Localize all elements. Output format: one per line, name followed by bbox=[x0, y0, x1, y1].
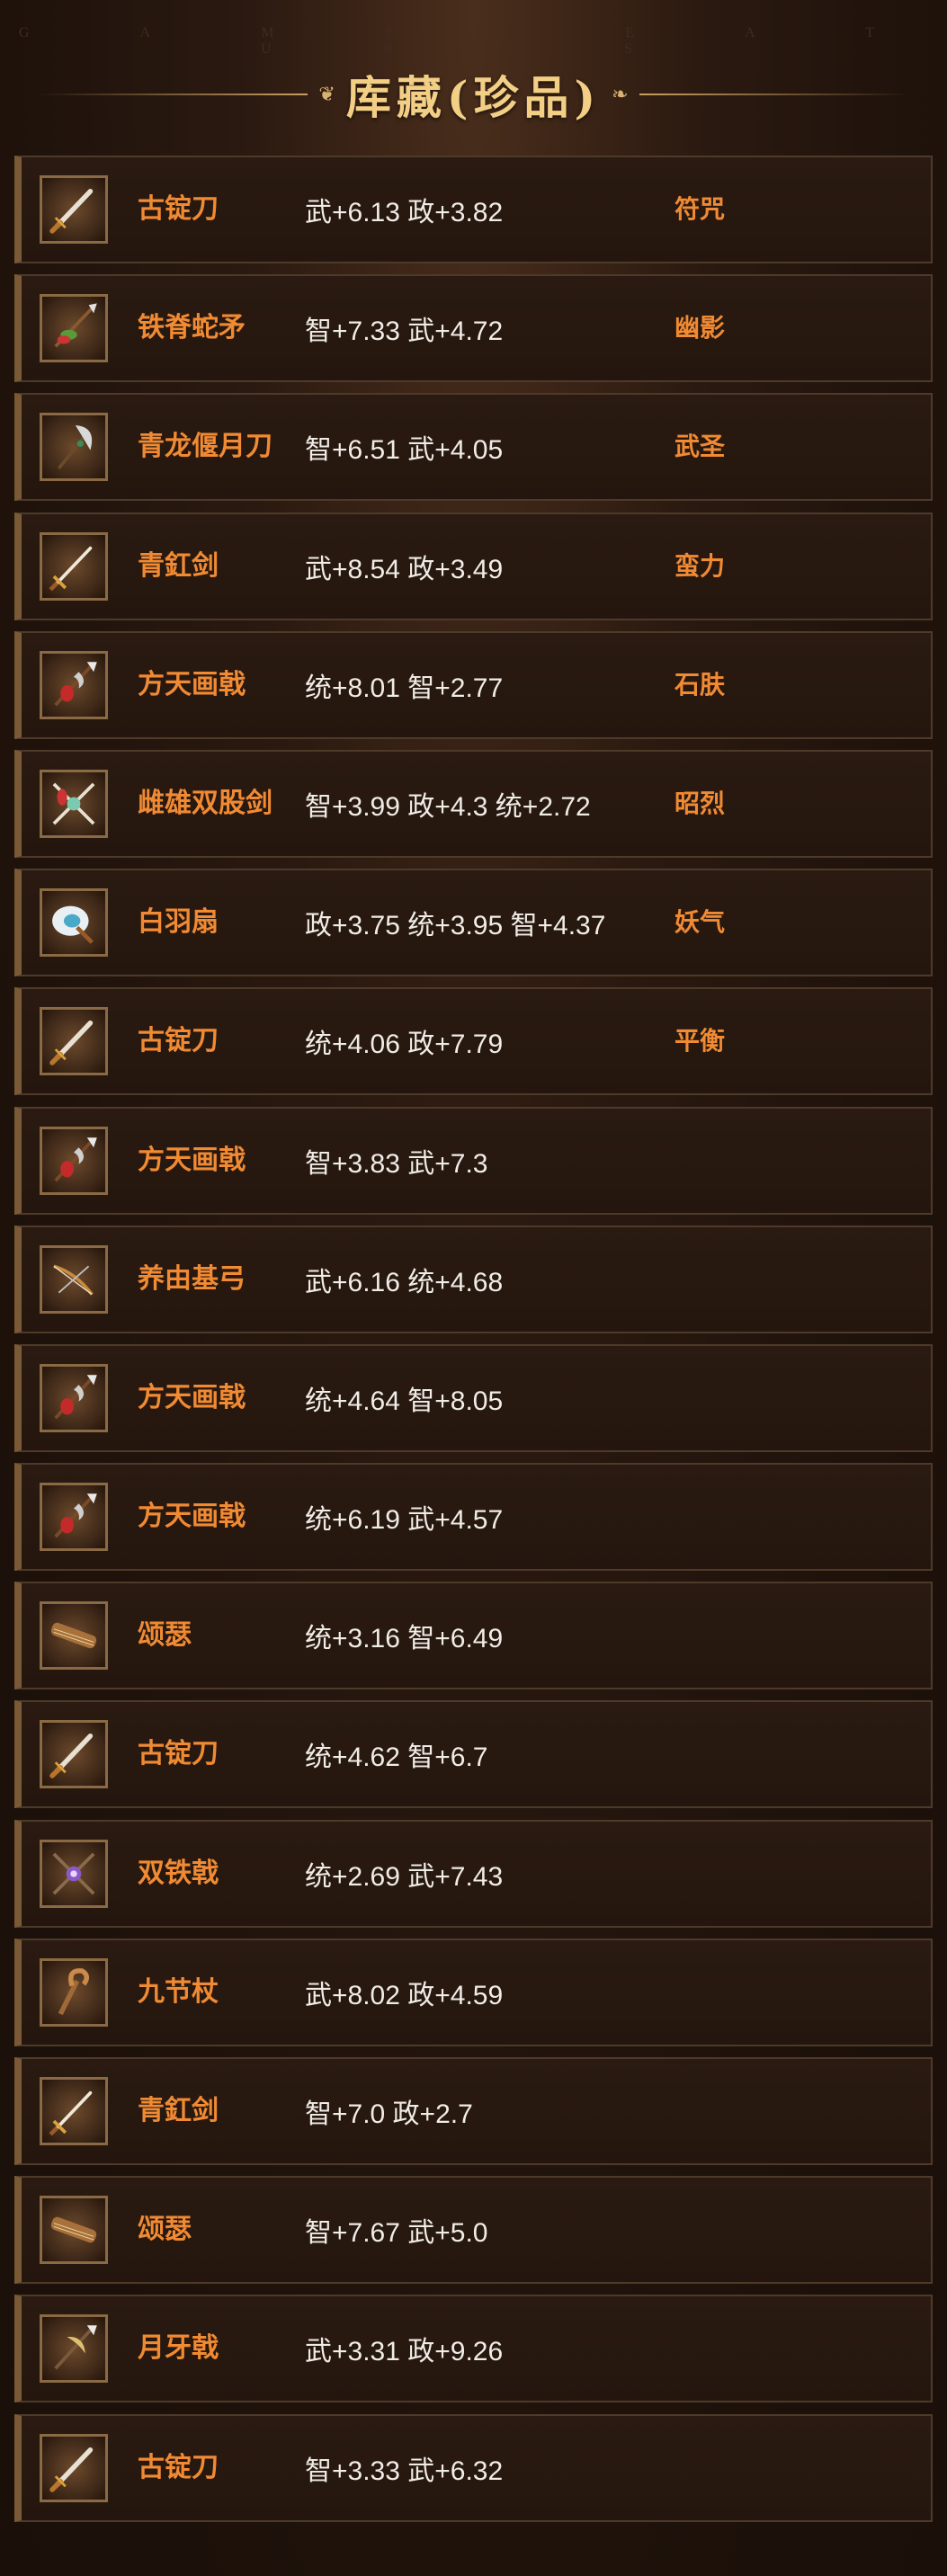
glaive-icon bbox=[40, 413, 108, 482]
list-item[interactable]: 青釭剑 武+8.54 政+3.49 蛮力 bbox=[14, 512, 933, 620]
halberd-icon bbox=[40, 1126, 108, 1195]
item-name: 铁脊蛇矛 bbox=[138, 313, 246, 343]
blade-icon bbox=[40, 1007, 108, 1076]
list-item[interactable]: 方天画戟 统+6.19 武+4.57 bbox=[14, 1463, 933, 1572]
header-divider-right bbox=[639, 94, 909, 95]
list-item[interactable]: 方天画戟 智+3.83 武+7.3 bbox=[14, 1106, 933, 1215]
bow-icon bbox=[40, 1244, 108, 1314]
list-item[interactable]: 古锭刀 统+4.06 政+7.79 平衡 bbox=[14, 987, 933, 1096]
item-stats: 武+8.54 政+3.49 bbox=[305, 554, 504, 584]
blade-icon bbox=[40, 1720, 108, 1789]
item-stats: 统+4.64 智+8.05 bbox=[305, 1386, 504, 1416]
item-stats: 智+3.33 武+6.32 bbox=[305, 2456, 504, 2486]
spear-icon bbox=[40, 294, 108, 363]
item-stats: 智+3.83 武+7.3 bbox=[305, 1148, 488, 1179]
list-item[interactable]: 铁脊蛇矛 智+7.33 武+4.72 幽影 bbox=[14, 274, 933, 383]
item-name: 颂瑟 bbox=[138, 1620, 192, 1651]
list-item[interactable]: 养由基弓 武+6.16 统+4.68 bbox=[14, 1225, 933, 1333]
list-item[interactable]: 雌雄双股剑 智+3.99 政+4.3 统+2.72 昭烈 bbox=[14, 749, 933, 858]
item-name: 青釭剑 bbox=[138, 550, 219, 581]
item-name: 古锭刀 bbox=[138, 194, 219, 224]
twin-swords-icon bbox=[40, 769, 108, 838]
item-name: 养由基弓 bbox=[138, 1263, 246, 1294]
item-skill: 妖气 bbox=[675, 908, 726, 937]
item-name: 青釭剑 bbox=[138, 2096, 219, 2126]
item-skill: 石肤 bbox=[675, 670, 726, 699]
item-name: 双铁戟 bbox=[138, 1858, 219, 1888]
list-item[interactable]: 月牙戟 武+3.31 政+9.26 bbox=[14, 2295, 933, 2403]
item-name: 方天画戟 bbox=[138, 1145, 246, 1175]
item-stats: 武+3.31 政+9.26 bbox=[305, 2337, 504, 2367]
item-name: 九节杖 bbox=[138, 1976, 219, 2007]
ornament-left-icon: ❦ bbox=[318, 83, 335, 105]
item-name: 古锭刀 bbox=[138, 1739, 219, 1769]
zither-icon bbox=[40, 2196, 108, 2265]
list-item[interactable]: 颂瑟 智+7.67 武+5.0 bbox=[14, 2176, 933, 2285]
item-skill: 昭烈 bbox=[675, 789, 726, 817]
list-item[interactable]: 方天画戟 统+8.01 智+2.77 石肤 bbox=[14, 630, 933, 739]
item-skill: 蛮力 bbox=[675, 551, 726, 580]
item-stats: 武+6.16 统+4.68 bbox=[305, 1267, 504, 1297]
item-skill: 幽影 bbox=[675, 314, 726, 343]
list-item[interactable]: 青龙偃月刀 智+6.51 武+4.05 武圣 bbox=[14, 393, 933, 502]
item-name: 古锭刀 bbox=[138, 2452, 219, 2482]
item-stats: 武+6.13 政+3.82 bbox=[305, 198, 504, 227]
item-name: 方天画戟 bbox=[138, 1502, 246, 1532]
item-skill: 武圣 bbox=[675, 432, 726, 461]
item-stats: 统+3.16 智+6.49 bbox=[305, 1624, 504, 1654]
list-item[interactable]: 青釭剑 智+7.0 政+2.7 bbox=[14, 2057, 933, 2165]
blade-icon bbox=[40, 175, 108, 244]
item-name: 方天画戟 bbox=[138, 1382, 246, 1413]
feather-fan-icon bbox=[40, 888, 108, 958]
item-name: 古锭刀 bbox=[138, 1026, 219, 1056]
header-divider-left bbox=[38, 94, 308, 95]
sword-icon bbox=[40, 531, 108, 601]
item-name: 月牙戟 bbox=[138, 2333, 219, 2364]
item-name: 青龙偃月刀 bbox=[138, 432, 272, 462]
ornament-right-icon: ❧ bbox=[612, 83, 629, 105]
list-item[interactable]: 古锭刀 武+6.13 政+3.82 符咒 bbox=[14, 156, 933, 263]
blade-icon bbox=[40, 2433, 108, 2502]
background-faint-text: G A M E F E A T U R E S bbox=[18, 25, 929, 57]
list-item[interactable]: 古锭刀 统+4.62 智+6.7 bbox=[14, 1700, 933, 1809]
halberd-icon bbox=[40, 1363, 108, 1432]
item-name: 颂瑟 bbox=[138, 2215, 192, 2245]
item-stats: 统+2.69 武+7.43 bbox=[305, 1861, 504, 1892]
item-stats: 政+3.75 统+3.95 智+4.37 bbox=[305, 911, 606, 941]
item-stats: 智+7.33 武+4.72 bbox=[305, 316, 504, 347]
item-stats: 武+8.02 政+4.59 bbox=[305, 1980, 504, 2010]
page-header: ❦ 库藏(珍品) ❧ bbox=[0, 54, 947, 135]
item-name: 方天画戟 bbox=[138, 669, 246, 700]
item-stats: 智+3.99 政+4.3 统+2.72 bbox=[305, 791, 591, 822]
item-stats: 智+6.51 武+4.05 bbox=[305, 435, 504, 466]
halberd-icon bbox=[40, 1483, 108, 1552]
list-item[interactable]: 古锭刀 智+3.33 武+6.32 bbox=[14, 2413, 933, 2522]
list-item[interactable]: 双铁戟 统+2.69 武+7.43 bbox=[14, 1819, 933, 1928]
list-item[interactable]: 白羽扇 政+3.75 统+3.95 智+4.37 妖气 bbox=[14, 869, 933, 977]
double-halberd-icon bbox=[40, 1839, 108, 1908]
item-skill: 平衡 bbox=[675, 1027, 726, 1056]
crescent-halberd-icon bbox=[40, 2314, 108, 2384]
item-stats: 统+6.19 武+4.57 bbox=[305, 1505, 504, 1536]
list-item[interactable]: 方天画戟 统+4.64 智+8.05 bbox=[14, 1343, 933, 1452]
list-item[interactable]: 九节杖 武+8.02 政+4.59 bbox=[14, 1938, 933, 2046]
item-skill: 符咒 bbox=[675, 195, 726, 223]
item-name: 雌雄双股剑 bbox=[138, 788, 272, 818]
item-stats: 统+4.62 智+6.7 bbox=[305, 1743, 488, 1773]
treasure-list: 古锭刀 武+6.13 政+3.82 符咒铁脊蛇矛 智+7.33 武+4.72 幽影青龙偃… bbox=[14, 156, 933, 2533]
item-stats: 智+7.0 政+2.7 bbox=[305, 2099, 473, 2129]
item-stats: 统+8.01 智+2.77 bbox=[305, 673, 504, 703]
staff-icon bbox=[40, 1957, 108, 2027]
sword-icon bbox=[40, 2077, 108, 2145]
item-stats: 智+7.67 武+5.0 bbox=[305, 2218, 488, 2249]
list-item[interactable]: 颂瑟 统+3.16 智+6.49 bbox=[14, 1582, 933, 1690]
item-name: 白羽扇 bbox=[138, 907, 219, 938]
page-title: 库藏(珍品) bbox=[345, 71, 602, 124]
zither-icon bbox=[40, 1601, 108, 1671]
halberd-icon bbox=[40, 650, 108, 719]
item-stats: 统+4.06 政+7.79 bbox=[305, 1030, 504, 1060]
